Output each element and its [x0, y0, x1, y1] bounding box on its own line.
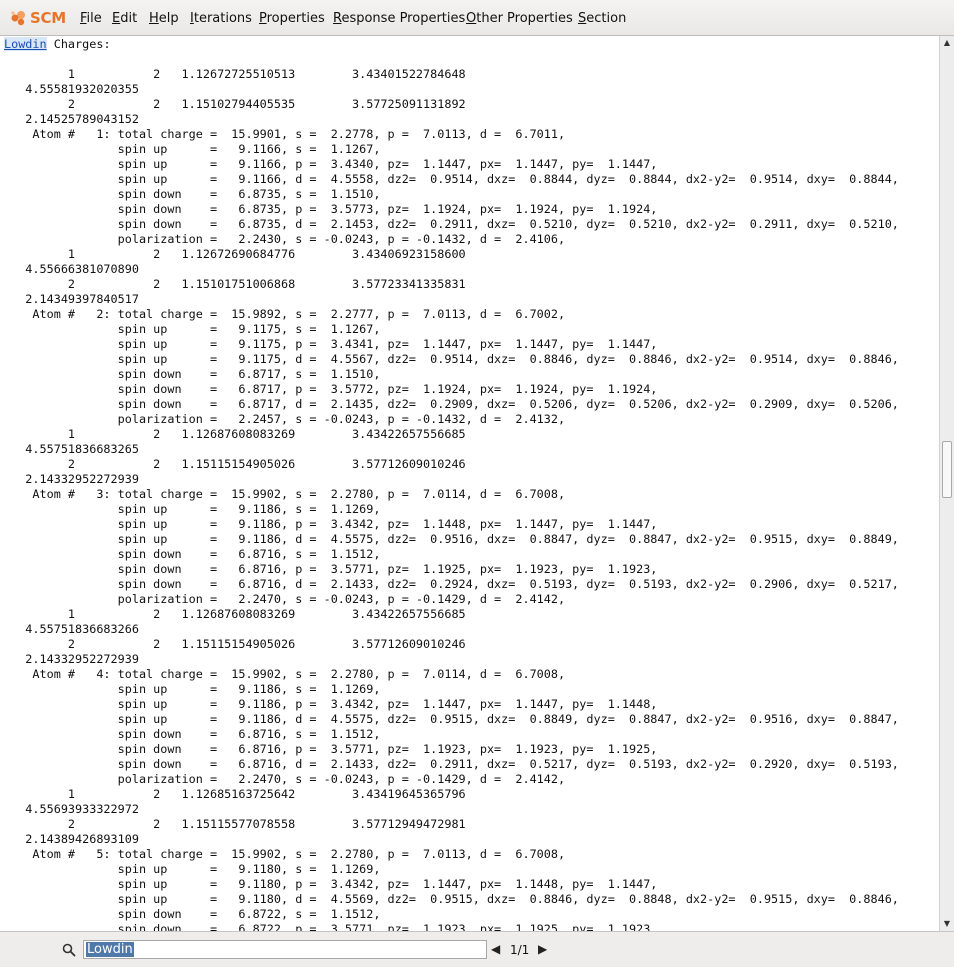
- output-line: spin up = 9.1186, p = 3.4342, pz= 1.1447…: [4, 697, 658, 711]
- output-line: spin down = 6.8716, p = 3.5771, pz= 1.19…: [4, 562, 658, 576]
- menu-other-properties[interactable]: Other Properties: [466, 11, 573, 26]
- output-line: 2 2 1.15115577078558 3.57712949472981: [4, 817, 466, 831]
- scrollbar-thumb[interactable]: [942, 441, 952, 498]
- output-line: 4.55666381070890: [4, 262, 139, 276]
- output-line: spin up = 9.1175, d = 4.5567, dz2= 0.951…: [4, 352, 899, 366]
- output-line: Atom # 4: total charge = 15.9902, s = 2.…: [4, 667, 566, 681]
- output-line: spin down = 6.8735, d = 2.1453, dz2= 0.2…: [4, 217, 899, 231]
- output-line: spin down = 6.8716, d = 2.1433, dz2= 0.2…: [4, 757, 899, 771]
- scroll-down-arrow-icon[interactable]: ▼: [940, 918, 954, 930]
- menu-response-properties-label: esponse Properties: [341, 11, 466, 26]
- output-line: 4.55751836683266: [4, 622, 139, 636]
- output-line: spin up = 9.1186, p = 3.4342, pz= 1.1448…: [4, 517, 658, 531]
- match-counter: 1/1: [510, 943, 530, 957]
- output-line: Atom # 2: total charge = 15.9892, s = 2.…: [4, 307, 566, 321]
- menu-bar: SCM File Edit Help Iterations Properties Resp…: [0, 0, 954, 36]
- output-line: spin down = 6.8735, p = 3.5773, pz= 1.19…: [4, 202, 658, 216]
- output-line: spin down = 6.8716, p = 3.5771, pz= 1.19…: [4, 742, 658, 756]
- output-pane[interactable]: Lowdin Charges: 1 2 1.12672725510513 3.4…: [0, 36, 939, 931]
- output-line: 2.14332952272939: [4, 472, 139, 486]
- find-next-icon[interactable]: ▶: [538, 942, 547, 956]
- menu-other-properties-label: ther Properties: [476, 11, 573, 26]
- menu-file-label: ile: [86, 11, 102, 26]
- output-line: spin up = 9.1166, d = 4.5558, dz2= 0.951…: [4, 172, 899, 186]
- output-line: polarization = 2.2457, s = -0.0243, p = …: [4, 412, 566, 426]
- menu-edit-mnemonic: E: [112, 11, 121, 26]
- output-lines: 1 2 1.12672725510513 3.43401522784648 4.…: [4, 67, 899, 931]
- menu-help-label: elp: [158, 11, 179, 26]
- output-line: 1 2 1.12672690684776 3.43406923158600: [4, 247, 466, 261]
- output-line: 1 2 1.12685163725642 3.43419645365796: [4, 787, 466, 801]
- menu-file[interactable]: File: [80, 11, 102, 26]
- menu-properties[interactable]: Properties: [259, 11, 325, 26]
- scroll-up-arrow-icon[interactable]: ▲: [940, 37, 954, 49]
- output-line: spin down = 6.8716, s = 1.1512,: [4, 727, 381, 741]
- logo-text: SCM: [30, 9, 66, 27]
- output-line: 1 2 1.12687608083269 3.43422657556685: [4, 607, 466, 621]
- output-line: spin down = 6.8717, s = 1.1510,: [4, 367, 381, 381]
- search-highlight: Lowdin: [4, 37, 47, 51]
- menu-iterations[interactable]: Iterations: [190, 11, 252, 26]
- output-line: spin up = 9.1166, p = 3.4340, pz= 1.1447…: [4, 157, 658, 171]
- output-line: 1 2 1.12687608083269 3.43422657556685: [4, 427, 466, 441]
- output-line: spin down = 6.8722, p = 3.5771, pz= 1.19…: [4, 922, 658, 931]
- output-line: 2 2 1.15115154905026 3.57712609010246: [4, 637, 466, 651]
- search-icon: [62, 943, 76, 957]
- output-line: Atom # 5: total charge = 15.9902, s = 2.…: [4, 847, 566, 861]
- search-input[interactable]: Lowdin: [83, 940, 487, 959]
- output-line: Atom # 3: total charge = 15.9902, s = 2.…: [4, 487, 566, 501]
- output-first-line: Charges:: [46, 37, 111, 51]
- menu-help-mnemonic: H: [149, 11, 159, 26]
- output-line: spin up = 9.1186, s = 1.1269,: [4, 502, 381, 516]
- output-text: Lowdin Charges: 1 2 1.12672725510513 3.4…: [0, 36, 939, 931]
- output-line: 2.14389426893109: [4, 832, 139, 846]
- menu-iterations-label: terations: [193, 11, 252, 26]
- output-line: spin up = 9.1186, d = 4.5575, dz2= 0.951…: [4, 532, 899, 546]
- output-line: polarization = 2.2470, s = -0.0243, p = …: [4, 592, 566, 606]
- menu-other-properties-mnemonic: O: [466, 11, 477, 26]
- output-line: spin up = 9.1186, d = 4.5575, dz2= 0.951…: [4, 712, 899, 726]
- output-line: 2.14332952272939: [4, 652, 139, 666]
- menu-section-label: ection: [586, 11, 627, 26]
- output-line: spin down = 6.8735, s = 1.1510,: [4, 187, 381, 201]
- output-line: spin up = 9.1180, s = 1.1269,: [4, 862, 381, 876]
- output-line: spin up = 9.1166, s = 1.1267,: [4, 142, 381, 156]
- output-line: polarization = 2.2470, s = -0.0243, p = …: [4, 772, 566, 786]
- menu-edit-label: dit: [120, 11, 138, 26]
- output-line: 2 2 1.15102794405535 3.57725091131892: [4, 97, 466, 111]
- search-input-value: Lowdin: [86, 942, 134, 957]
- output-line: polarization = 2.2430, s = -0.0243, p = …: [4, 232, 566, 246]
- output-line: Atom # 1: total charge = 15.9901, s = 2.…: [4, 127, 566, 141]
- output-line: 2 2 1.15101751006868 3.57723341335831: [4, 277, 466, 291]
- menu-section[interactable]: Section: [578, 11, 626, 26]
- output-line: spin down = 6.8716, s = 1.1512,: [4, 547, 381, 561]
- output-line: spin up = 9.1186, s = 1.1269,: [4, 682, 381, 696]
- output-line: spin up = 9.1175, p = 3.4341, pz= 1.1447…: [4, 337, 658, 351]
- output-line: 4.55581932020355: [4, 82, 139, 96]
- menu-edit[interactable]: Edit: [112, 11, 137, 26]
- output-line: spin down = 6.8722, s = 1.1512,: [4, 907, 381, 921]
- scm-logo[interactable]: SCM: [10, 8, 66, 28]
- output-line: 1 2 1.12672725510513 3.43401522784648: [4, 67, 466, 81]
- output-line: spin down = 6.8716, d = 2.1433, dz2= 0.2…: [4, 577, 899, 591]
- output-line: spin down = 6.8717, d = 2.1435, dz2= 0.2…: [4, 397, 899, 411]
- output-line: spin up = 9.1175, s = 1.1267,: [4, 322, 381, 336]
- menu-properties-mnemonic: P: [259, 11, 267, 26]
- output-line: spin down = 6.8717, p = 3.5772, pz= 1.19…: [4, 382, 658, 396]
- output-line: 4.55693933322972: [4, 802, 139, 816]
- scm-logo-icon: [11, 11, 25, 26]
- output-line: 2.14525789043152: [4, 112, 139, 126]
- output-line: 4.55751836683265: [4, 442, 139, 456]
- output-line: 2 2 1.15115154905026 3.57712609010246: [4, 457, 466, 471]
- menu-properties-label: roperties: [266, 11, 325, 26]
- output-line: spin up = 9.1180, p = 3.4342, pz= 1.1447…: [4, 877, 658, 891]
- find-bar: Lowdin ◀ 1/1 ▶: [0, 931, 954, 967]
- find-previous-icon[interactable]: ◀: [491, 942, 500, 956]
- menu-response-properties[interactable]: Response Properties: [333, 11, 465, 26]
- output-line: 2.14349397840517: [4, 292, 139, 306]
- vertical-scrollbar[interactable]: ▲ ▼: [939, 36, 954, 931]
- menu-help[interactable]: Help: [149, 11, 179, 26]
- output-line: spin up = 9.1180, d = 4.5569, dz2= 0.951…: [4, 892, 899, 906]
